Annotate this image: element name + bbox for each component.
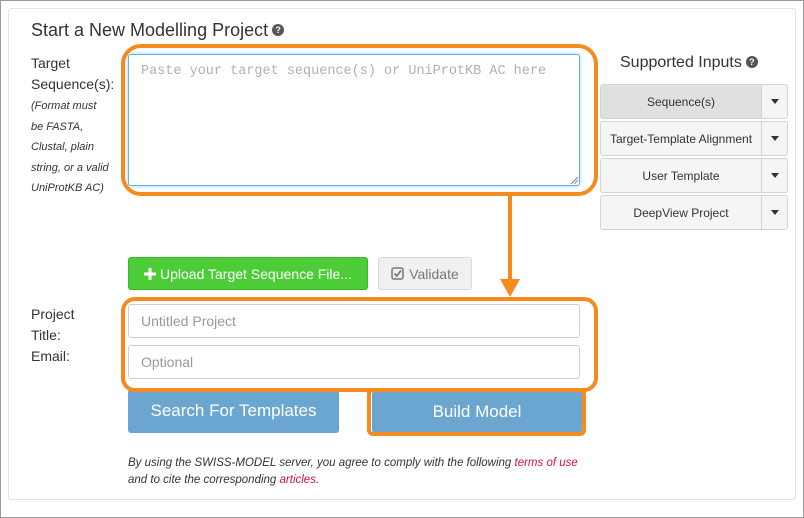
format-hint: (Format must be FASTA, Clustal, plain st… [31, 100, 109, 194]
caret-down-icon [770, 136, 779, 141]
plus-icon [144, 267, 156, 280]
input-option-deepview-dropdown[interactable] [762, 195, 788, 230]
caret-down-icon [770, 173, 779, 178]
question-circle-icon[interactable]: ? [745, 55, 758, 68]
email-input[interactable] [128, 345, 580, 379]
input-option-user-template[interactable]: User Template [600, 158, 762, 193]
caret-down-icon [770, 99, 779, 104]
target-sequence-label: Target Sequence(s): [31, 55, 115, 92]
project-title-label: Project Title: [31, 306, 75, 343]
check-square-icon [391, 267, 404, 280]
project-title-input[interactable] [128, 304, 580, 338]
input-option-alignment[interactable]: Target-Template Alignment [600, 121, 762, 156]
terms-notice: By using the SWISS-MODEL server, you agr… [128, 457, 578, 486]
upload-target-sequence-button[interactable]: Upload Target Sequence File... [128, 257, 368, 290]
supported-inputs-title: Supported Inputs? [620, 54, 758, 72]
caret-down-icon [770, 210, 779, 215]
terms-of-use-link[interactable]: terms of use [515, 457, 578, 469]
page-title: Start a New Modelling Project? [31, 20, 285, 41]
articles-link[interactable]: articles [280, 474, 316, 486]
search-for-templates-button[interactable]: Search For Templates [128, 389, 339, 433]
build-model-button[interactable]: Build Model [372, 392, 582, 432]
resize-grip-icon[interactable] [570, 176, 578, 184]
email-label: Email: [31, 348, 70, 364]
input-option-user-template-dropdown[interactable] [762, 158, 788, 193]
input-option-alignment-dropdown[interactable] [762, 121, 788, 156]
input-option-deepview-project[interactable]: DeepView Project [600, 195, 762, 230]
input-option-sequences[interactable]: Sequence(s) [600, 84, 762, 119]
question-circle-icon[interactable]: ? [272, 24, 285, 37]
validate-button[interactable]: Validate [378, 257, 472, 290]
input-option-sequences-dropdown[interactable] [762, 84, 788, 119]
target-sequence-textarea[interactable] [128, 54, 580, 186]
